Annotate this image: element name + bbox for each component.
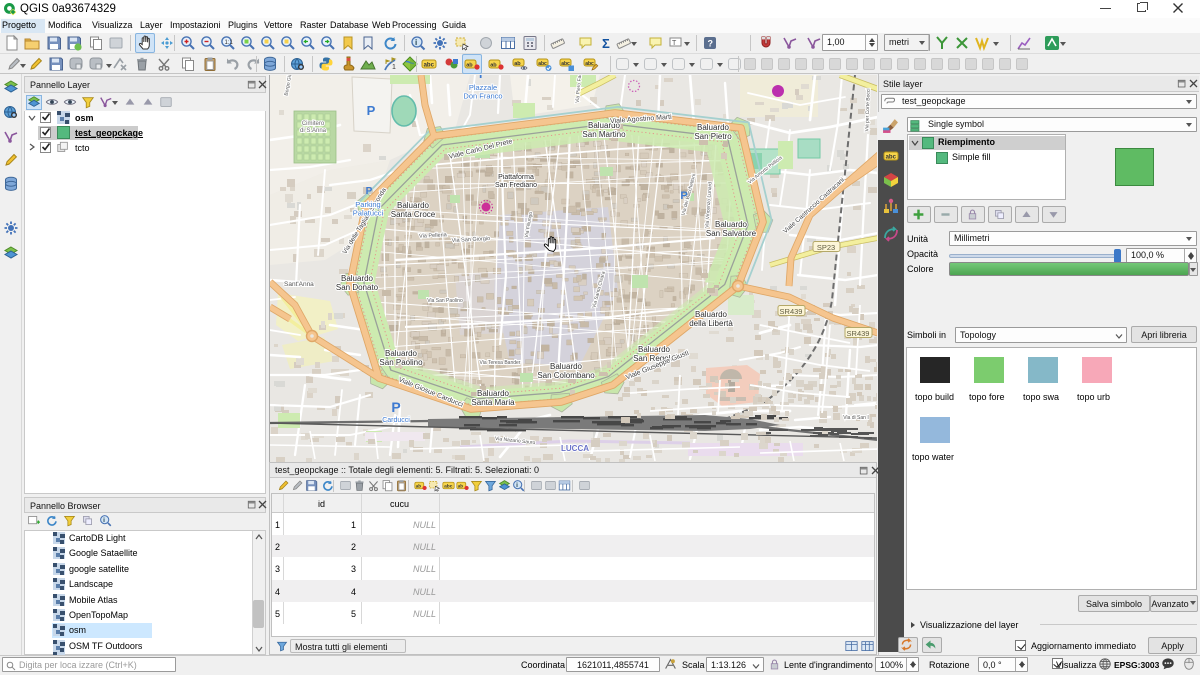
svg-text:Via San Paolino: Via San Paolino xyxy=(427,298,463,304)
svg-text:SP23: SP23 xyxy=(817,243,835,252)
svg-text:San Pietro: San Pietro xyxy=(694,132,732,141)
svg-text:Baluardo: Baluardo xyxy=(550,362,583,371)
svg-text:San Paolino: San Paolino xyxy=(379,358,423,367)
svg-text:San Frediano: San Frediano xyxy=(495,182,537,189)
svg-text:?: ? xyxy=(708,39,714,49)
svg-text:Cimitero: Cimitero xyxy=(302,121,325,127)
svg-text:Palatucci: Palatucci xyxy=(353,209,384,218)
svg-text:San Colombano: San Colombano xyxy=(537,371,595,380)
svg-text:Via Teresa Bander: Via Teresa Bander xyxy=(480,360,521,366)
svg-text:ab: ab xyxy=(416,483,421,488)
svg-text:1: 1 xyxy=(392,64,396,71)
svg-text:Carducci: Carducci xyxy=(382,417,410,424)
svg-text:Baluardo: Baluardo xyxy=(715,220,748,229)
svg-text:LUCCA: LUCCA xyxy=(561,444,589,453)
svg-text:Baluardo: Baluardo xyxy=(397,201,430,210)
svg-text:della Libertà: della Libertà xyxy=(689,319,733,328)
svg-text:P: P xyxy=(479,75,487,81)
svg-text:Sant'Anna: Sant'Anna xyxy=(284,281,314,288)
svg-text:ab: ab xyxy=(466,62,473,68)
svg-text:Santa Croce: Santa Croce xyxy=(391,210,436,219)
svg-text:abc: abc xyxy=(538,61,547,67)
svg-text:ab: ab xyxy=(490,62,497,68)
svg-text:i: i xyxy=(516,482,518,489)
svg-text:Piattaforma: Piattaforma xyxy=(498,174,534,181)
svg-text:Via di San I: Via di San I xyxy=(843,415,868,421)
svg-text:Baluardo: Baluardo xyxy=(385,349,418,358)
svg-text:P: P xyxy=(391,399,400,415)
svg-text:abc: abc xyxy=(444,484,453,490)
svg-text:San Donato: San Donato xyxy=(336,283,379,292)
svg-text:SR439: SR439 xyxy=(847,329,870,338)
svg-text:Baluardo: Baluardo xyxy=(695,310,728,319)
svg-text:di S.Anna: di S.Anna xyxy=(300,128,327,134)
svg-text:Baluardo: Baluardo xyxy=(477,389,510,398)
svg-text:Don Franco: Don Franco xyxy=(463,92,502,101)
svg-text:i: i xyxy=(415,38,417,47)
svg-text:ab: ab xyxy=(458,483,463,488)
svg-text:abc: abc xyxy=(886,155,897,161)
svg-text:Baluardo: Baluardo xyxy=(697,123,730,132)
svg-text:San Martino: San Martino xyxy=(582,130,626,139)
svg-text:Σ: Σ xyxy=(602,36,610,51)
svg-text:Baluardo: Baluardo xyxy=(341,274,374,283)
svg-text:1:1: 1:1 xyxy=(225,40,234,46)
svg-text:T: T xyxy=(672,40,677,47)
svg-text:Baluardo: Baluardo xyxy=(638,345,671,354)
svg-text:P: P xyxy=(680,190,687,202)
svg-text:abc: abc xyxy=(424,63,435,69)
svg-text:San Salvatore: San Salvatore xyxy=(706,229,757,238)
svg-text:ab: ab xyxy=(514,61,521,67)
svg-text:SR439: SR439 xyxy=(780,307,803,316)
svg-text:abc: abc xyxy=(585,61,594,67)
svg-text:P: P xyxy=(366,186,373,197)
svg-text:P: P xyxy=(367,103,376,118)
svg-text:i: i xyxy=(103,517,105,524)
svg-text:Santa Maria: Santa Maria xyxy=(471,398,515,407)
